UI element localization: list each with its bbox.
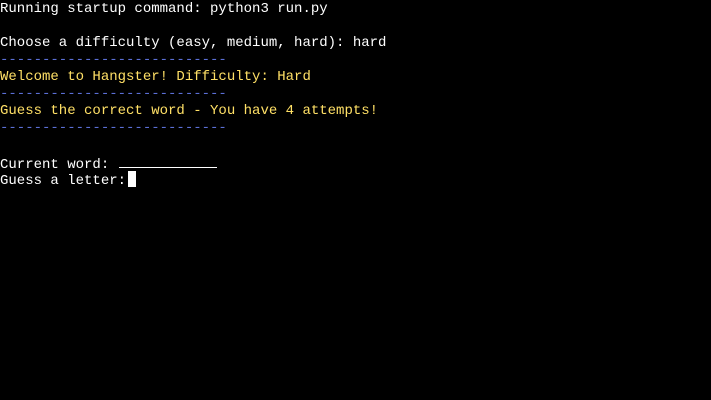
separator-line: ---------------------------: [0, 120, 227, 136]
current-word-line: Current word:: [0, 154, 711, 173]
guess-prompt-line[interactable]: Guess a letter:: [0, 171, 711, 189]
separator-line: ---------------------------: [0, 52, 227, 68]
word-blanks: [119, 154, 218, 168]
terminal-window[interactable]: Running startup command: python3 run.py …: [0, 0, 711, 400]
guess-info-line: Guess the correct word - You have 4 atte…: [0, 103, 379, 119]
guess-prompt-label: Guess a letter:: [0, 173, 127, 189]
startup-line: Running startup command: python3 run.py: [0, 1, 328, 17]
welcome-line: Welcome to Hangster! Difficulty: Hard: [0, 69, 311, 85]
text-cursor[interactable]: [128, 171, 137, 187]
difficulty-prompt-line: Choose a difficulty (easy, medium, hard)…: [0, 35, 387, 51]
separator-line: ---------------------------: [0, 86, 227, 102]
